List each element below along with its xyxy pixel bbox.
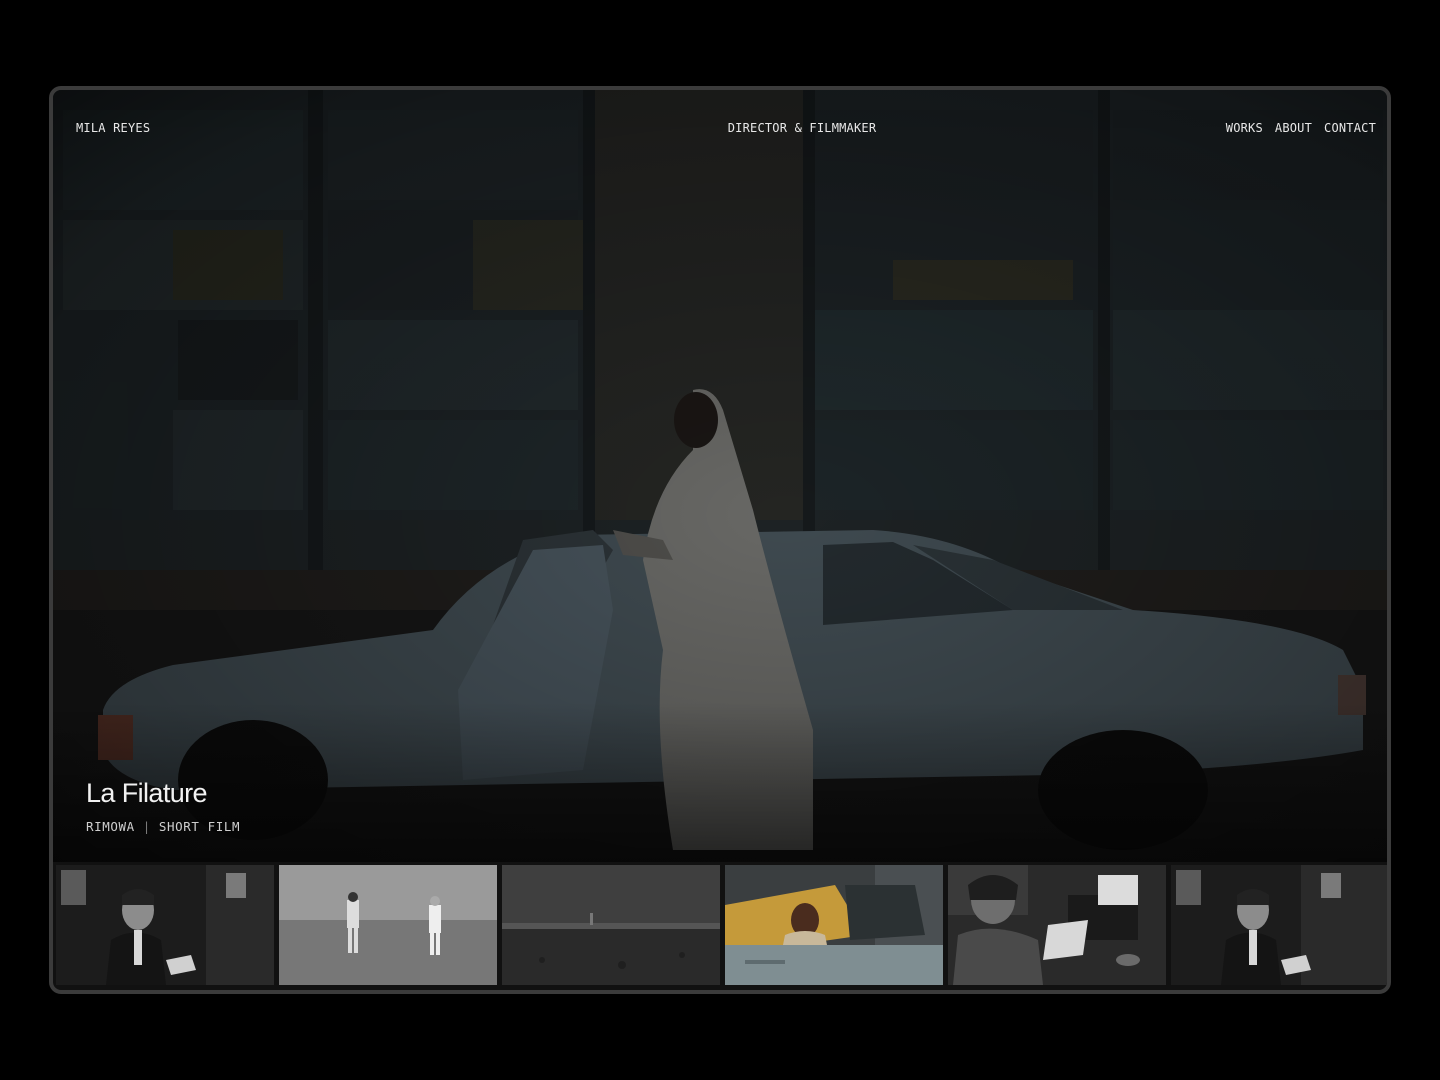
hero-video[interactable]: MILA REYES DIRECTOR & FILMMAKER WORKS AB… bbox=[53, 90, 1387, 862]
thumb-barren-landscape[interactable] bbox=[502, 865, 720, 985]
feature-meta: RIMOWA | SHORT FILM bbox=[86, 819, 240, 834]
hero-bottom-fade bbox=[53, 702, 1387, 862]
nav-link-works[interactable]: WORKS bbox=[1226, 121, 1263, 135]
feature-client: RIMOWA bbox=[86, 819, 135, 834]
meta-separator: | bbox=[142, 819, 151, 834]
feature-title-block: La Filature RIMOWA | SHORT FILM bbox=[86, 778, 240, 834]
feature-type: SHORT FILM bbox=[158, 819, 241, 834]
feature-title: La Filature bbox=[86, 778, 208, 808]
thumb-two-figures-field[interactable] bbox=[279, 865, 497, 985]
thumb-man-in-suit[interactable] bbox=[56, 865, 274, 985]
thumbnail-strip bbox=[56, 862, 1387, 986]
browser-frame: MILA REYES DIRECTOR & FILMMAKER WORKS AB… bbox=[49, 86, 1391, 994]
top-nav: MILA REYES DIRECTOR & FILMMAKER WORKS AB… bbox=[53, 90, 1387, 160]
tagline: DIRECTOR & FILMMAKER bbox=[727, 121, 877, 135]
nav-link-contact[interactable]: CONTACT bbox=[1324, 121, 1376, 135]
nav-links: WORKS ABOUT CONTACT bbox=[1226, 121, 1376, 135]
nav-link-about[interactable]: ABOUT bbox=[1275, 121, 1312, 135]
thumb-man-in-car[interactable] bbox=[725, 865, 943, 985]
thumb-woman-typewriter[interactable] bbox=[948, 865, 1166, 985]
thumb-man-in-suit-repeat[interactable] bbox=[1171, 865, 1387, 985]
